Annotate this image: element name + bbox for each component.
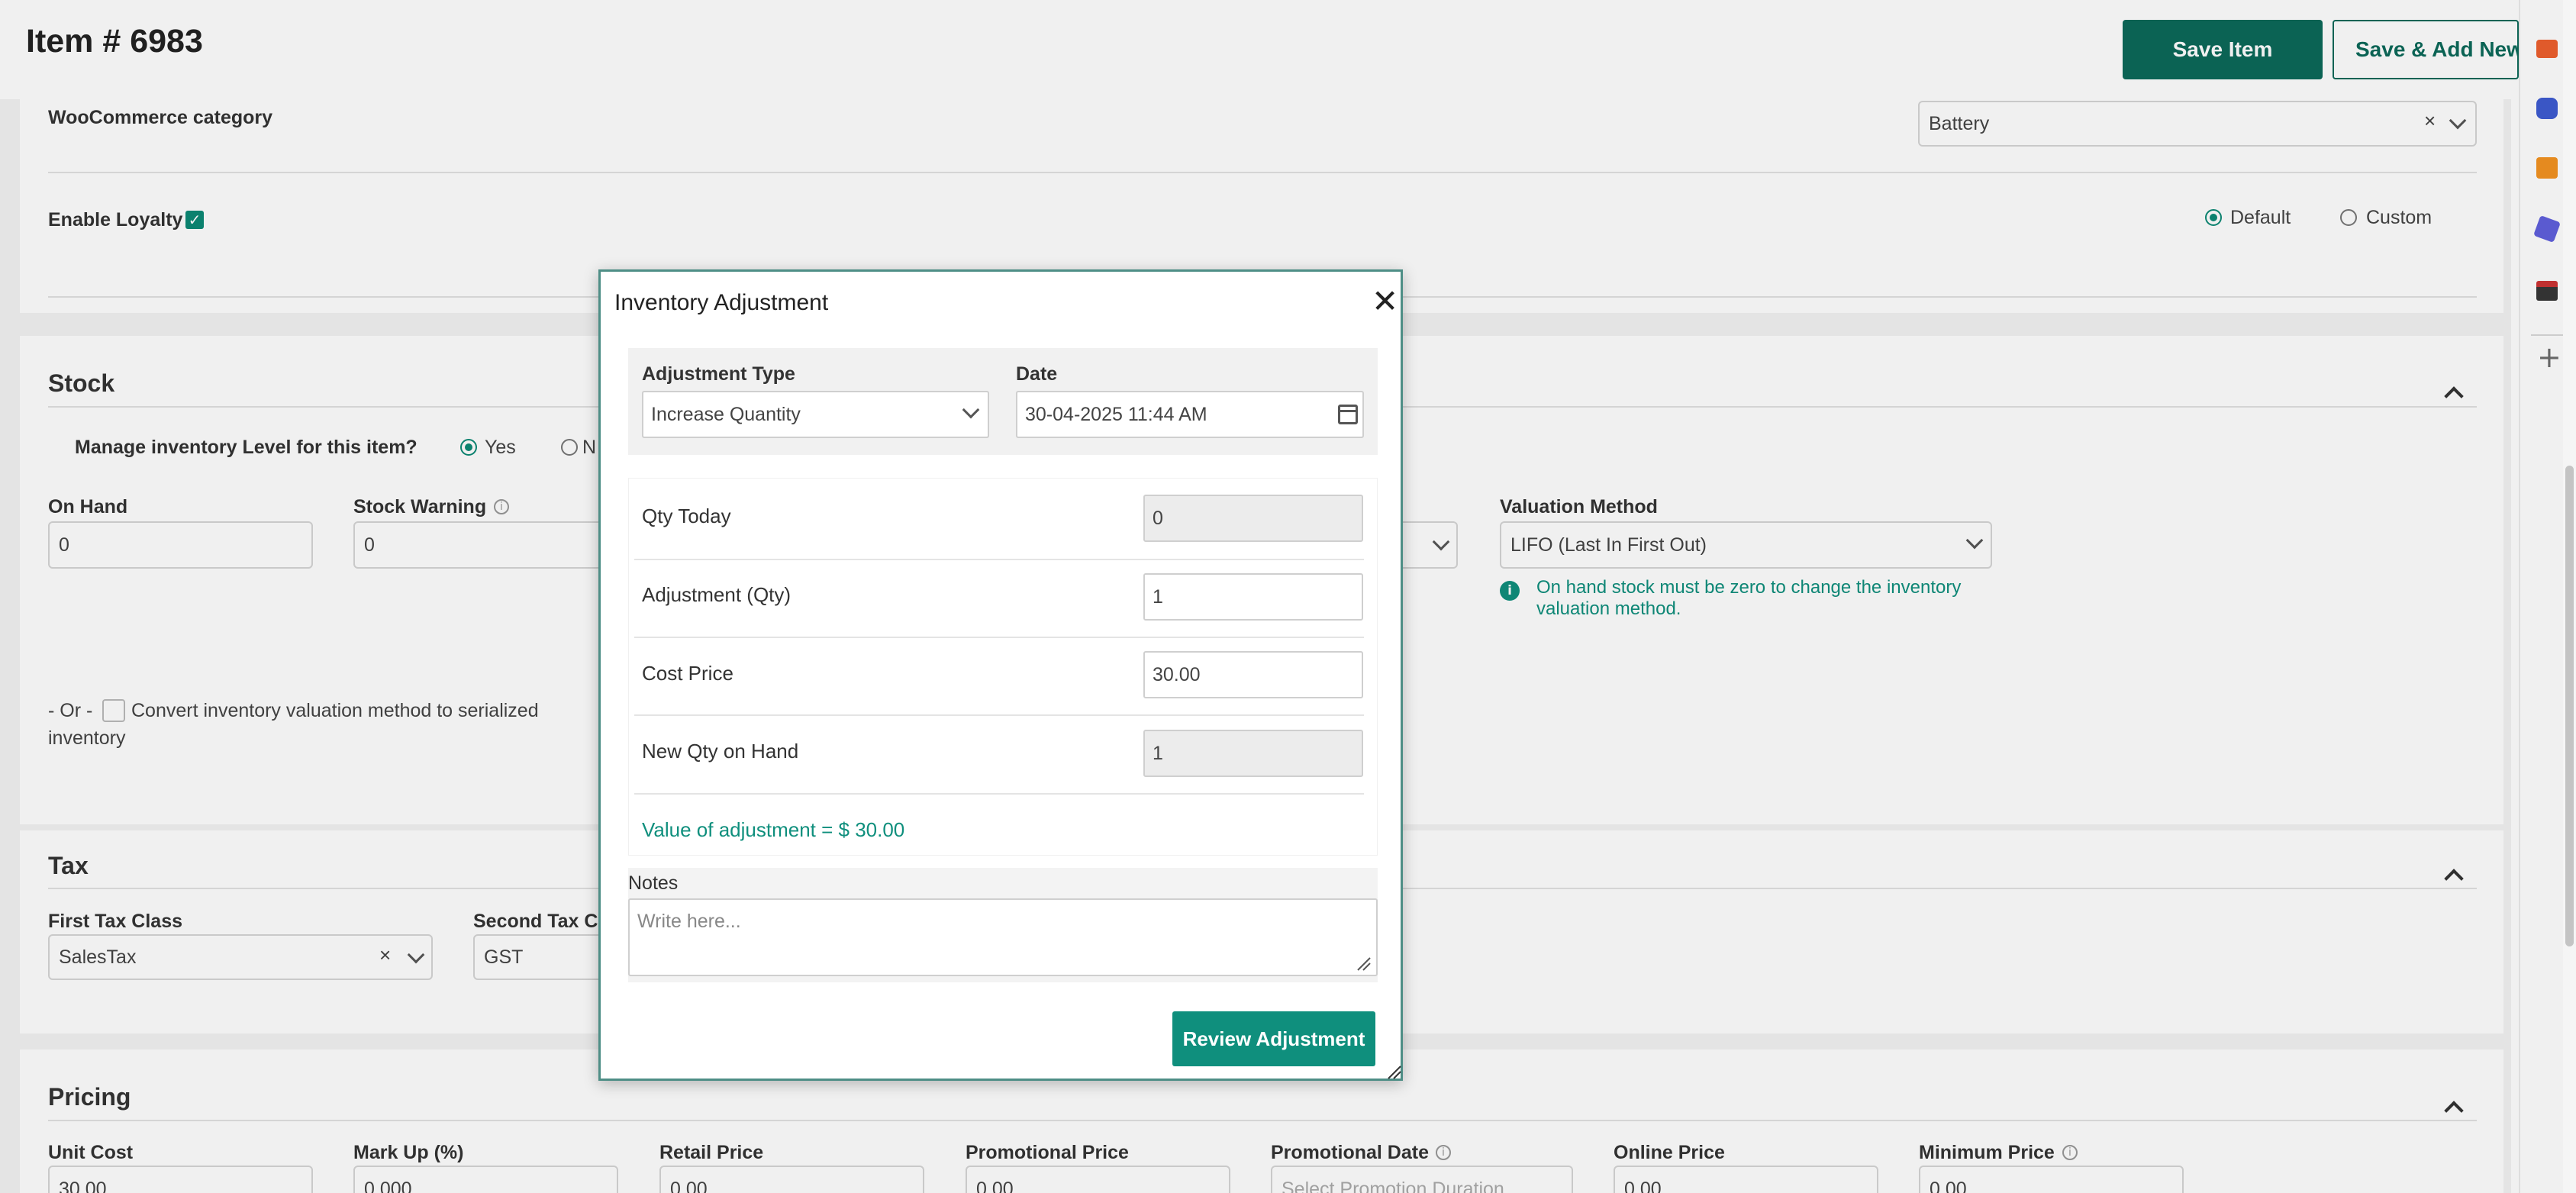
adjustment-qty-input[interactable]: 1 [1143,573,1363,621]
chat-icon[interactable] [2536,98,2558,119]
card-icon[interactable] [2536,281,2558,301]
gift-icon[interactable] [2536,40,2558,58]
divider [634,637,1364,638]
date-label: Date [1016,363,1058,385]
divider [634,559,1364,560]
review-adjustment-button[interactable]: Review Adjustment [1172,1011,1375,1066]
qty-today-label: Qty Today [642,505,731,527]
date-value: 30-04-2025 11:44 AM [1025,403,1207,425]
new-qty-label: New Qty on Hand [642,740,799,763]
adjustment-qty-label: Adjustment (Qty) [642,583,791,606]
note-icon[interactable] [2536,157,2558,179]
divider [634,714,1364,716]
new-qty-value: 1 [1153,742,1163,764]
notes-placeholder: Write here... [637,911,741,932]
inventory-adjustment-modal: Inventory Adjustment ✕ Adjustment Type I… [598,269,1403,1081]
divider [2531,334,2565,336]
plus-icon[interactable]: + [2537,340,2561,374]
adjustment-value-text: Value of adjustment = $ 30.00 [642,818,905,841]
divider [634,793,1364,795]
new-qty-input: 1 [1143,730,1363,777]
adjustment-header-panel: Adjustment Type Increase Quantity Date 3… [628,348,1378,455]
notes-label: Notes [628,872,679,894]
close-icon[interactable]: ✕ [1372,285,1398,318]
cost-price-input[interactable]: 30.00 [1143,651,1363,698]
resize-handle-icon[interactable] [1387,1065,1402,1080]
qty-today-value: 0 [1153,507,1163,529]
calendar-icon[interactable] [1338,405,1358,424]
modal-title: Inventory Adjustment [614,290,829,315]
notes-textarea[interactable]: Write here... [628,898,1378,976]
adjustment-qty-value: 1 [1153,585,1163,608]
resize-handle-icon[interactable] [1356,956,1372,972]
adjustment-type-label: Adjustment Type [642,363,795,385]
cost-price-label: Cost Price [642,662,733,685]
qty-today-input: 0 [1143,495,1363,542]
cost-price-value: 30.00 [1153,663,1201,685]
adjustment-type-value: Increase Quantity [651,403,801,425]
tag-icon[interactable] [2533,215,2561,243]
date-input[interactable]: 30-04-2025 11:44 AM [1016,391,1364,438]
scrollbar-thumb[interactable] [2565,466,2574,946]
adjustment-type-select[interactable]: Increase Quantity [642,391,989,438]
